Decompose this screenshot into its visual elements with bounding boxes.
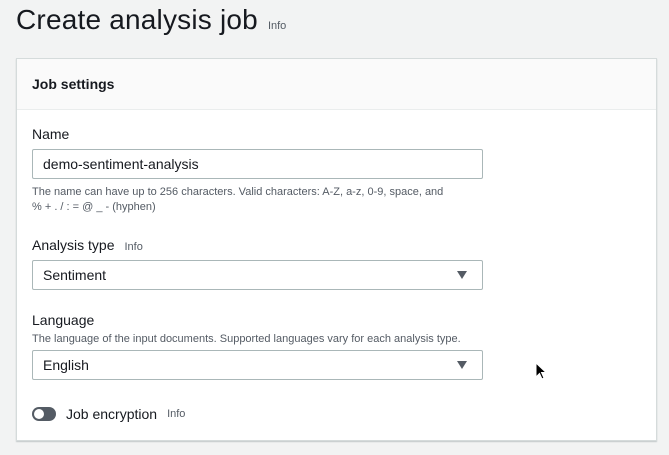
language-select[interactable]: English: [32, 350, 483, 380]
page-header: Create analysis job Info: [16, 4, 286, 36]
language-selected: English: [43, 357, 89, 373]
job-settings-header: Job settings: [17, 59, 656, 110]
caret-down-icon: [457, 271, 467, 279]
encryption-label: Job encryption: [66, 406, 158, 422]
analysis-type-info-link[interactable]: Info: [124, 241, 142, 253]
name-label: Name: [32, 126, 70, 142]
name-hint-line2: % + . / : = @ _ - (hyphen): [32, 201, 156, 213]
analysis-type-label: Analysis type: [32, 237, 115, 253]
analysis-type-selected: Sentiment: [43, 267, 107, 283]
mouse-pointer-icon: [535, 361, 548, 385]
encryption-row: Job encryption Info: [32, 406, 185, 422]
language-label: Language: [32, 312, 95, 328]
name-hint-line1: The name can have up to 256 characters. …: [32, 186, 444, 198]
name-label-row: Name: [32, 126, 69, 142]
page-title: Create analysis job: [16, 4, 258, 35]
language-label-row: Language: [32, 312, 94, 328]
caret-down-icon: [457, 361, 467, 369]
encryption-info-link[interactable]: Info: [167, 408, 185, 420]
language-description: The language of the input documents. Sup…: [32, 333, 461, 345]
job-settings-title: Job settings: [32, 76, 115, 92]
encryption-toggle[interactable]: [32, 407, 56, 421]
name-input[interactable]: demo-sentiment-analysis: [32, 149, 483, 179]
job-settings-panel: Job settings Name demo-sentiment-analysi…: [16, 58, 657, 441]
name-input-value: demo-sentiment-analysis: [43, 156, 199, 172]
analysis-type-select[interactable]: Sentiment: [32, 260, 483, 290]
toggle-knob: [34, 409, 44, 419]
page-info-link[interactable]: Info: [268, 20, 286, 32]
analysis-type-label-row: Analysis type Info: [32, 237, 143, 253]
